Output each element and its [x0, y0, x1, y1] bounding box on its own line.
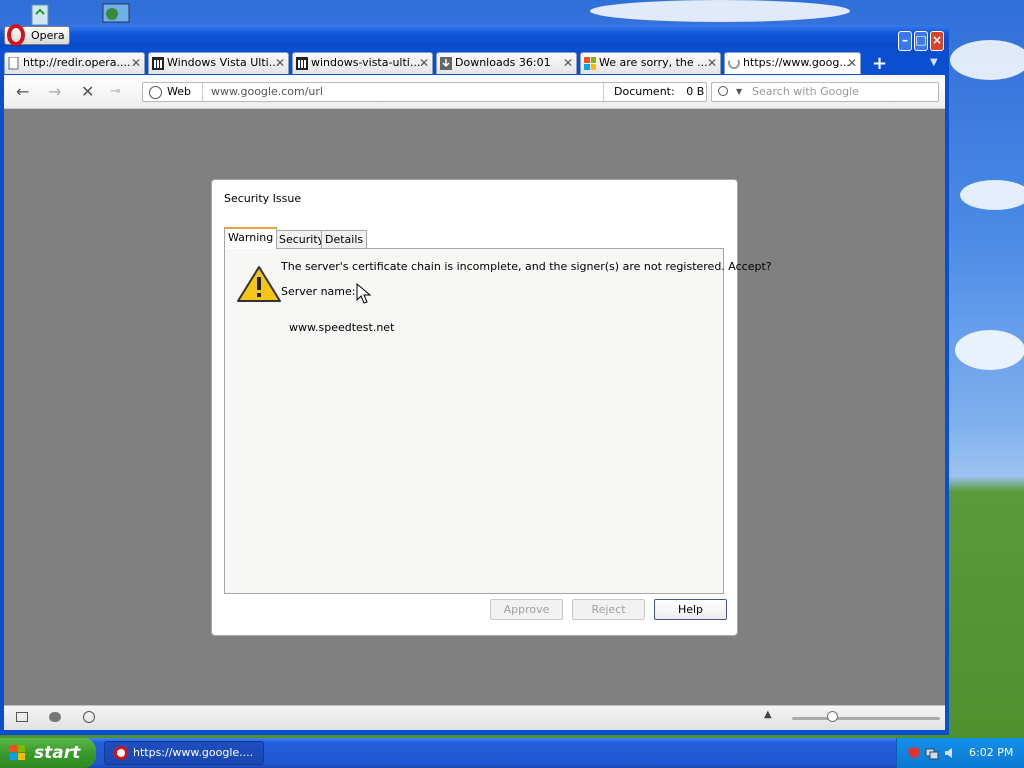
cloud	[950, 40, 1024, 80]
tab-label: Windows Vista Ulti...	[167, 56, 280, 69]
opera-logo-icon	[114, 746, 128, 760]
system-tray: 6:02 PM	[896, 738, 1024, 768]
tab-downloads[interactable]: Downloads 36:01 ✕	[436, 52, 577, 74]
cloud	[955, 330, 1024, 370]
warning-message: The server's certificate chain is incomp…	[281, 260, 772, 273]
tab-details[interactable]: Details	[321, 230, 368, 249]
dialog-title: Security Issue	[224, 192, 302, 205]
navigation-toolbar: ← → ✕ ⊸ Web www.google.com/url Document:…	[4, 75, 945, 109]
document-info: Document: 0 B	[603, 83, 706, 101]
stop-icon[interactable]: ✕	[81, 82, 94, 101]
status-bar: ▲	[4, 705, 945, 730]
turbo-speed-icon[interactable]	[83, 711, 95, 723]
panel-toggle-icon[interactable]	[16, 712, 28, 722]
tab-microsoft[interactable]: We are sorry, the ... ✕	[580, 52, 721, 74]
zoom-slider[interactable]	[792, 717, 940, 720]
reject-button[interactable]: Reject	[572, 599, 645, 620]
search-field[interactable]: ▼ Search with Google	[711, 82, 939, 102]
tab-close-icon[interactable]: ✕	[275, 53, 285, 73]
tab-label: Downloads 36:01	[455, 56, 551, 69]
help-button[interactable]: Help	[654, 599, 727, 620]
tab-windows-vista-2[interactable]: windows-vista-ulti... ✕	[292, 52, 433, 74]
maximize-button[interactable]: □	[914, 31, 928, 51]
cloud	[960, 180, 1024, 210]
tab-warning[interactable]: Warning	[224, 227, 278, 249]
title-bar: Opera	[0, 24, 949, 47]
opera-logo-icon	[7, 24, 25, 46]
document-label: Document:	[614, 85, 675, 98]
tab-close-icon[interactable]: ✕	[563, 53, 573, 73]
clock[interactable]: 6:02 PM	[969, 738, 1013, 768]
tab-redir[interactable]: http://redir.opera.... ✕	[4, 52, 145, 74]
opera-unite-cloud-icon[interactable]	[49, 712, 61, 722]
tab-close-icon[interactable]: ✕	[419, 53, 429, 73]
zoom-arrow-icon[interactable]: ▲	[764, 709, 772, 720]
zoom-slider-knob[interactable]	[827, 711, 838, 722]
volume-icon[interactable]	[943, 746, 957, 760]
tab-bar: http://redir.opera.... ✕ Windows Vista U…	[4, 51, 945, 75]
security-issue-dialog: Security Issue Warning Security Details …	[211, 179, 772, 636]
page-icon	[8, 57, 19, 70]
back-icon[interactable]: ←	[16, 82, 29, 101]
tab-menu-chevron-icon[interactable]: ▼	[930, 57, 938, 68]
warning-icon	[237, 266, 281, 302]
document-size: 0 B	[686, 85, 705, 98]
server-name-label: Server name:	[281, 285, 356, 298]
opera-menu-label: Opera	[31, 29, 65, 42]
start-button[interactable]: start	[0, 738, 96, 768]
opera-menu-button[interactable]: Opera	[4, 24, 70, 46]
tab-label: windows-vista-ulti...	[311, 56, 421, 69]
minimize-button[interactable]: –	[898, 31, 912, 51]
address-mode[interactable]: Web	[143, 83, 203, 101]
address-url[interactable]: www.google.com/url	[211, 83, 323, 101]
search-engine-dropdown-icon[interactable]: ▼	[736, 83, 742, 101]
mouse-cursor-icon	[356, 283, 372, 304]
windows-flag-icon	[10, 745, 25, 760]
globe-icon	[149, 86, 162, 99]
tab-close-icon[interactable]: ✕	[847, 53, 857, 73]
taskbar-item-label: https://www.google....	[133, 746, 254, 759]
approve-button[interactable]: Approve	[490, 599, 563, 620]
new-tab-button[interactable]: +	[872, 53, 887, 74]
warning-panel: The server's certificate chain is incomp…	[224, 248, 772, 594]
forward-icon[interactable]: →	[48, 82, 61, 101]
search-placeholder: Search with Google	[752, 85, 859, 98]
library-icon	[296, 57, 308, 70]
tab-close-icon[interactable]: ✕	[707, 53, 717, 73]
cloud	[590, 0, 850, 22]
tab-windows-vista-1[interactable]: Windows Vista Ulti... ✕	[148, 52, 289, 74]
server-name-value: www.speedtest.net	[289, 321, 395, 334]
tab-label: We are sorry, the ...	[599, 56, 708, 69]
library-icon	[152, 57, 164, 70]
tab-label: https://www.goog...	[743, 56, 850, 69]
close-window-button[interactable]: ×	[930, 31, 944, 51]
tab-google-active[interactable]: https://www.goog... ✕	[724, 52, 861, 74]
address-mode-label: Web	[167, 85, 191, 98]
loading-icon	[728, 57, 740, 69]
taskbar: start https://www.google.... 6:02 PM	[0, 738, 1024, 768]
address-bar[interactable]: Web www.google.com/url Document: 0 B	[142, 82, 707, 102]
download-icon	[440, 57, 452, 70]
tab-close-icon[interactable]: ✕	[131, 53, 141, 73]
security-shield-icon[interactable]	[907, 746, 921, 760]
taskbar-item-opera[interactable]: https://www.google....	[104, 741, 264, 765]
tab-label: http://redir.opera....	[23, 56, 131, 69]
key-icon[interactable]: ⊸	[110, 84, 121, 99]
windows-logo-icon	[584, 57, 596, 70]
start-label: start	[34, 743, 81, 763]
network-icon[interactable]	[925, 746, 939, 760]
search-icon	[718, 86, 728, 96]
